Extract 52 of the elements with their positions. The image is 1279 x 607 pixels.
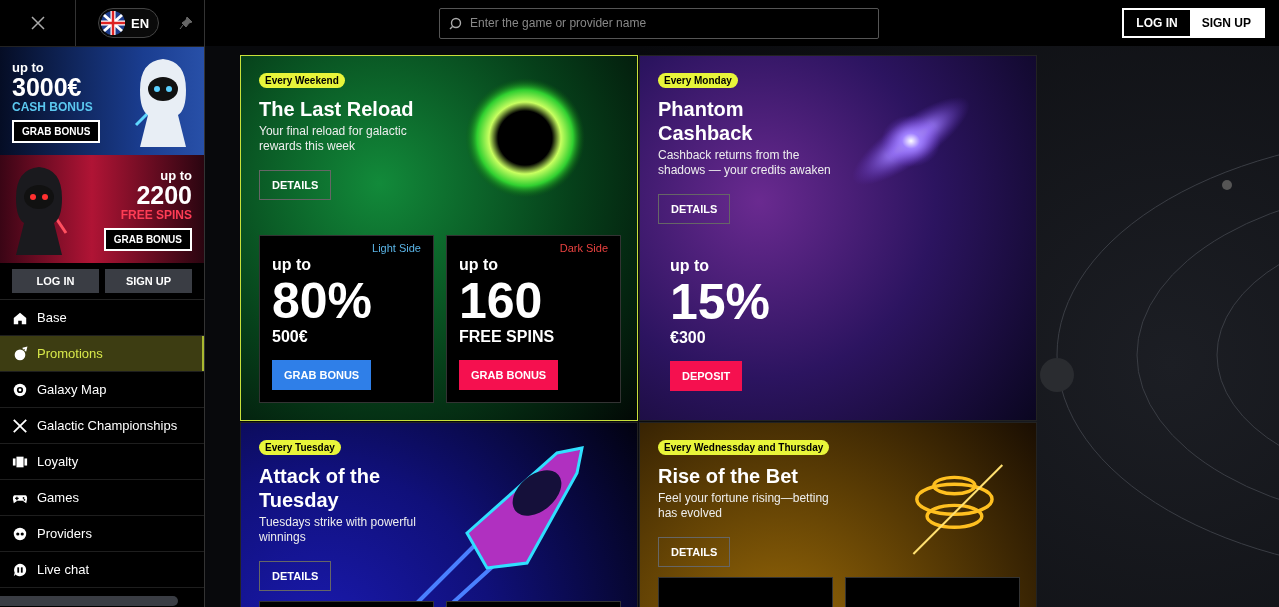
card-title: The Last Reload: [259, 97, 415, 121]
side-label: Dark Side: [559, 242, 608, 254]
grab-bonus-button[interactable]: GRAB BONUS: [12, 119, 101, 143]
log-in-button[interactable]: LOG IN: [12, 269, 99, 293]
grab-bonus-button[interactable]: GRAB BONUS: [103, 227, 192, 251]
offer-subtitle: €300: [670, 329, 706, 347]
banner-bonus: CASH BONUS: [12, 99, 94, 114]
grab-bonus-button[interactable]: GRAB BONUS: [459, 360, 559, 390]
language-selector[interactable]: EN: [98, 8, 160, 38]
card-description: Feel your fortune rising—betting has evolved: [658, 491, 830, 521]
grab-bonus-button[interactable]: GRAB BONUS: [272, 360, 372, 390]
card-title: Rise of the Bet: [658, 464, 800, 488]
schedule-badge: Every Weekend: [259, 73, 345, 88]
offer-value: 160: [459, 274, 543, 328]
menu-item[interactable]: Games: [0, 480, 204, 516]
card-title: Attack of the Tuesday: [259, 464, 382, 512]
sign-up-button[interactable]: SIGN UP: [105, 269, 192, 293]
search-field[interactable]: Enter the game or provider name: [439, 7, 879, 39]
menu-item[interactable]: Providers: [0, 516, 204, 552]
menu-item[interactable]: Loyalty: [0, 444, 204, 480]
banner-bonus: FREE SPINS: [120, 207, 192, 222]
offer-value: 15%: [670, 275, 771, 329]
banner-lead: up to: [12, 59, 45, 75]
menu-item[interactable]: Galaxy Map: [0, 372, 204, 408]
offer-subtitle: 500€: [272, 328, 308, 346]
card-description: Tuesdays strike with powerful winnings: [259, 515, 417, 545]
menu-item[interactable]: Promotions: [0, 336, 204, 372]
side-label: Light Side: [372, 242, 421, 254]
offer-lead: up to: [272, 256, 312, 274]
schedule-badge: Every Wednessday and Thursday: [658, 440, 830, 455]
details-button[interactable]: DETAILS: [658, 537, 731, 567]
menu-item[interactable]: Galactic Championships: [0, 408, 204, 444]
details-button[interactable]: DETAILS: [658, 194, 731, 224]
details-button[interactable]: DETAILS: [259, 170, 332, 200]
banner-lead: up to: [160, 167, 192, 183]
promo-banner[interactable]: up to 2200 FREE SPINS GRAB BONUS: [0, 155, 204, 263]
details-button[interactable]: DETAILS: [259, 561, 332, 591]
schedule-badge: Every Tuesday: [259, 440, 341, 455]
offer-lead: up to: [459, 256, 499, 274]
offer-value: 80%: [272, 274, 373, 328]
card-description: Your final reload for galactic rewards this week: [259, 124, 408, 154]
offer-lead: up to: [670, 257, 710, 275]
card-title: Phantom Cashback: [658, 97, 754, 145]
schedule-badge: Every Monday: [658, 73, 738, 88]
banner-amount: 3000€: [12, 74, 83, 100]
deposit-button[interactable]: DEPOSIT: [670, 361, 743, 391]
promo-banner[interactable]: up to 3000€ CASH BONUS GRAB BONUS: [0, 47, 204, 155]
menu-item[interactable]: Live chat: [0, 552, 204, 588]
sign-up-button[interactable]: SIGN UP: [1189, 10, 1263, 36]
card-description: Cashback returns from the shadows — your credits awaken: [658, 148, 832, 178]
offer-subtitle: FREE SPINS: [459, 328, 555, 346]
banner-amount: 2200: [136, 182, 192, 208]
